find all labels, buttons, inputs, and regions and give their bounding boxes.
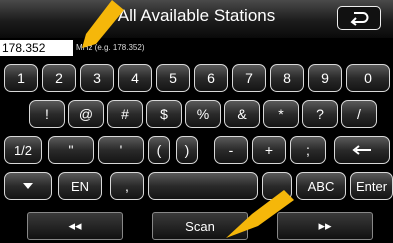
key-8[interactable]: 8 <box>270 64 304 92</box>
key-half[interactable]: 1/2 <box>4 136 42 164</box>
bottom-bar: ◂◂ Scan ▸▸ <box>0 210 393 243</box>
key-percent[interactable]: % <box>185 100 221 128</box>
key-2[interactable]: 2 <box>42 64 76 92</box>
key-7[interactable]: 7 <box>232 64 266 92</box>
key-1[interactable]: 1 <box>4 64 38 92</box>
fast-forward-icon: ▸▸ <box>318 218 332 233</box>
previous-button[interactable]: ◂◂ <box>27 212 123 240</box>
key-0[interactable]: 0 <box>346 64 390 92</box>
enter-button[interactable]: Enter <box>350 172 393 200</box>
key-double-quote[interactable]: " <box>48 136 94 164</box>
key-asterisk[interactable]: * <box>263 100 299 128</box>
key-slash[interactable]: / <box>341 100 377 128</box>
key-close-paren[interactable]: ) <box>176 136 198 164</box>
backspace-button[interactable] <box>334 136 390 164</box>
key-4[interactable]: 4 <box>118 64 152 92</box>
key-exclamation[interactable]: ! <box>29 100 65 128</box>
key-at[interactable]: @ <box>68 100 104 128</box>
language-button[interactable]: EN <box>58 172 102 200</box>
dropdown-button[interactable] <box>4 172 52 200</box>
key-6[interactable]: 6 <box>194 64 228 92</box>
key-ampersand[interactable]: & <box>224 100 260 128</box>
page-title: All Available Stations <box>117 6 276 25</box>
key-hash[interactable]: # <box>107 100 143 128</box>
pointer-arrow-icon <box>82 0 124 48</box>
key-question[interactable]: ? <box>302 100 338 128</box>
key-9[interactable]: 9 <box>308 64 342 92</box>
abc-mode-button[interactable]: ABC <box>296 172 346 200</box>
key-dollar[interactable]: $ <box>146 100 182 128</box>
rewind-icon: ◂◂ <box>68 218 82 233</box>
key-3[interactable]: 3 <box>80 64 114 92</box>
backspace-arrow-icon <box>352 145 371 155</box>
back-button[interactable] <box>337 6 381 30</box>
key-single-quote[interactable]: ' <box>98 136 144 164</box>
key-minus[interactable]: - <box>214 136 248 164</box>
key-semicolon[interactable]: ; <box>290 136 326 164</box>
pointer-arrow-icon <box>226 190 294 238</box>
frequency-input-row: 178.352 MHz (e.g. 178.352) <box>0 40 393 56</box>
key-open-paren[interactable]: ( <box>148 136 170 164</box>
back-arrow-icon <box>350 12 369 26</box>
header-bar: All Available Stations <box>0 0 393 38</box>
chevron-down-icon <box>23 183 33 189</box>
key-comma[interactable]: , <box>110 172 144 200</box>
key-5[interactable]: 5 <box>156 64 190 92</box>
key-plus[interactable]: + <box>252 136 286 164</box>
